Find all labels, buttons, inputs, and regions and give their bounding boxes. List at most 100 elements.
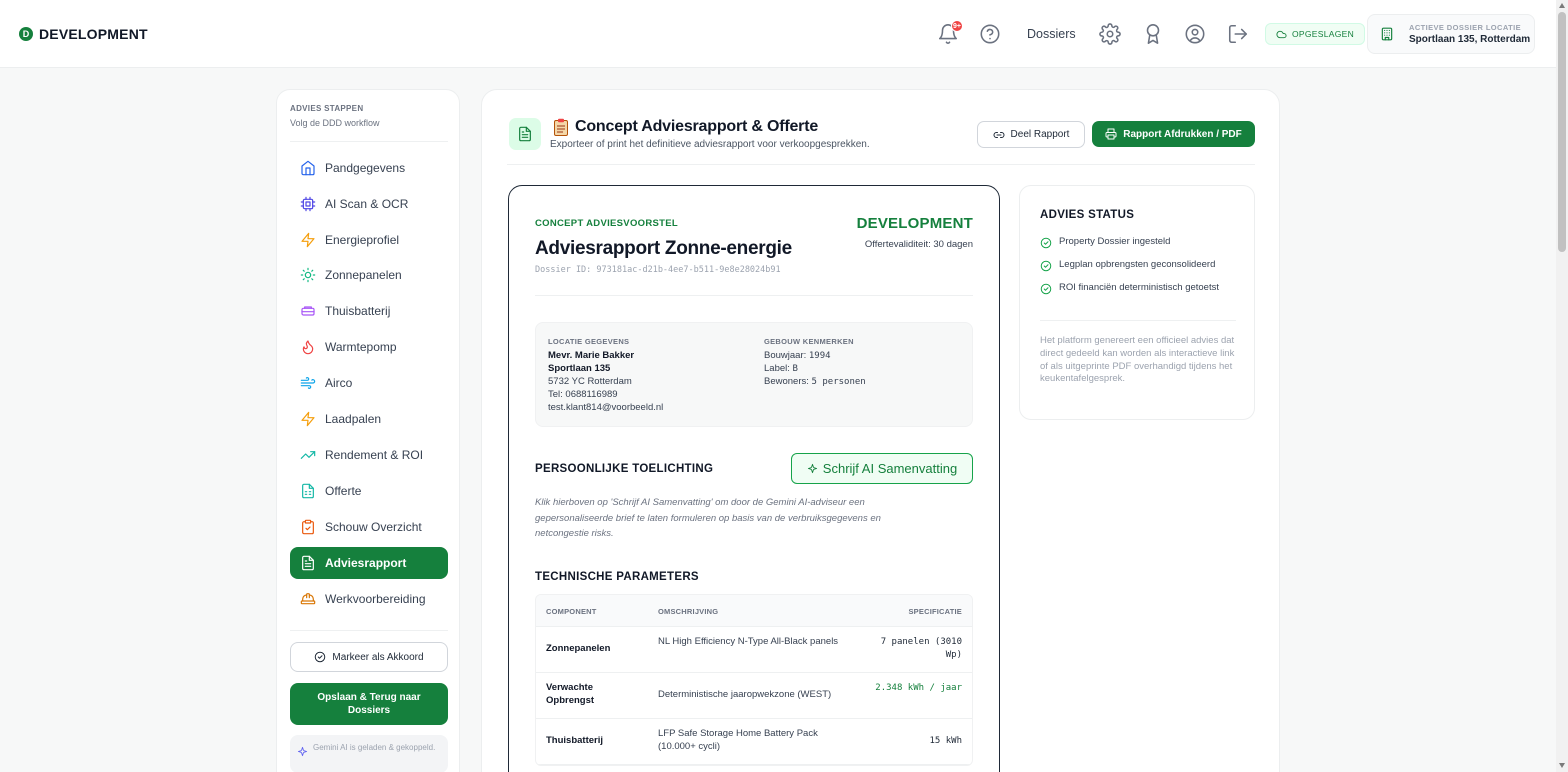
notification-badge: 9+: [951, 20, 963, 32]
customer-email: test.klant814@voorbeeld.nl: [548, 402, 664, 413]
active-location-value: Sportlaan 135, Rotterdam: [1409, 34, 1531, 45]
sidebar-item-label: AI Scan & OCR: [325, 197, 409, 211]
building-year-value: 1994: [808, 351, 831, 361]
building-year: Bouwjaar: 1994: [764, 350, 831, 361]
building-section-label: GEBOUW KENMERKEN: [764, 337, 854, 346]
energy-label-label: Label:: [764, 363, 790, 374]
sidebar-item-laadpalen[interactable]: Laadpalen: [290, 403, 448, 435]
row-component: Thuisbatterij: [546, 735, 604, 746]
sidebar-item-ai-scan[interactable]: AI Scan & OCR: [290, 188, 448, 220]
clipboard-icon: [302, 519, 314, 535]
sidebar-item-adviesrapport[interactable]: Adviesrapport: [290, 547, 448, 579]
status-item: ROI financiën deterministisch getoetst: [1040, 282, 1240, 295]
bolt-icon: [301, 411, 315, 427]
write-ai-summary-label: Schrijf AI Samenvatting: [822, 461, 958, 476]
sidebar-item-airco[interactable]: Airco: [290, 367, 448, 399]
workflow-sidebar: ADVIES STAPPEN Volg de DDD workflow Pand…: [276, 89, 460, 772]
mark-approved-button[interactable]: Markeer als Akkoord: [290, 642, 448, 672]
row-spec: 7 panelen (3010 Wp): [880, 637, 962, 661]
customer-name: Mevr. Marie Bakker: [548, 350, 635, 361]
print-report-label: Rapport Afdrukken / PDF: [1123, 128, 1242, 140]
spreadsheet-icon: [302, 483, 314, 499]
table-header: COMPONENT OMSCHRIJVING SPECIFICATIE: [536, 595, 972, 627]
write-ai-summary-button[interactable]: Schrijf AI Samenvatting: [791, 453, 973, 484]
row-description: Deterministische jaaropwekzone (WEST): [658, 689, 832, 700]
table-row: Thuisbatterij LFP Safe Storage Home Batt…: [536, 719, 972, 765]
dossier-id: Dossier ID: 973181ac-d21b-4ee7-b511-9e8e…: [535, 265, 781, 275]
saved-status-badge: OPGESLAGEN: [1265, 23, 1366, 45]
user-circle-icon[interactable]: [1184, 23, 1206, 45]
row-component: Verwachte Opbrengst: [546, 682, 595, 706]
customer-city: 5732 YC Rotterdam: [548, 376, 632, 387]
check-circle-icon: [1040, 260, 1052, 272]
scroll-up-arrow-icon[interactable]: [1559, 3, 1565, 8]
print-report-button[interactable]: Rapport Afdrukken / PDF: [1092, 121, 1255, 147]
sidebar-item-schouw-overzicht[interactable]: Schouw Overzicht: [290, 511, 448, 543]
location-section-label: LOCATIE GEGEVENS: [548, 337, 630, 346]
active-location-badge: ACTIEVE DOSSIER LOCATIE Sportlaan 135, R…: [1367, 14, 1535, 54]
column-header: OMSCHRIJVING: [658, 607, 719, 616]
help-icon[interactable]: [979, 23, 1001, 45]
top-bar: D DEVELOPMENT 9+ Dossiers OPGESLAGEN ACT…: [0, 0, 1556, 68]
offer-validity: Offertevaliditeit: 30 dagen: [864, 239, 973, 250]
dossiers-link[interactable]: Dossiers: [1027, 27, 1076, 41]
sidebar-item-label: Thuisbatterij: [325, 304, 391, 318]
row-component: Zonnepanelen: [546, 643, 611, 654]
scrollbar-thumb[interactable]: [1558, 12, 1566, 252]
gear-icon[interactable]: [1099, 23, 1121, 45]
sidebar-subtitle: Volg de DDD workflow: [290, 118, 380, 128]
page-scrollbar[interactable]: [1556, 0, 1568, 772]
customer-phone: Tel: 0688116989: [548, 389, 618, 400]
row-description: LFP Safe Storage Home Battery Pack (10.0…: [658, 728, 818, 752]
page-title: Concept Adviesrapport & Offerte: [575, 118, 819, 135]
trend-icon: [300, 451, 316, 459]
sidebar-title: ADVIES STAPPEN: [290, 104, 364, 113]
helmet-icon: [300, 593, 316, 605]
gemini-status-text: Gemini AI is geladen & gekoppeld.: [313, 743, 436, 752]
divider: [507, 164, 1255, 165]
home-icon: [301, 160, 315, 176]
sidebar-item-rendement-roi[interactable]: Rendement & ROI: [290, 439, 448, 471]
save-and-back-button[interactable]: Opslaan & Terug naar Dossiers: [290, 683, 448, 725]
sidebar-item-warmtepomp[interactable]: Warmtepomp: [290, 331, 448, 363]
residents-label: Bewoners:: [764, 376, 809, 387]
link-icon: [993, 131, 1005, 138]
sidebar-item-pandgegevens[interactable]: Pandgegevens: [290, 152, 448, 184]
column-header: SPECIFICATIE: [908, 607, 962, 616]
mark-approved-label: Markeer als Akkoord: [332, 651, 424, 663]
sidebar-item-energieprofiel[interactable]: Energieprofiel: [290, 224, 448, 256]
bolt-icon: [301, 232, 315, 248]
row-spec: 15 kWh: [929, 736, 962, 746]
divider: [290, 141, 448, 142]
active-location-label: ACTIEVE DOSSIER LOCATIE: [1409, 23, 1521, 32]
table-row: Verwachte Opbrengst Deterministische jaa…: [536, 673, 972, 719]
wind-icon: [300, 377, 316, 389]
page-subtitle: Exporteer of print het definitieve advie…: [550, 139, 870, 150]
sidebar-item-label: Energieprofiel: [325, 233, 400, 247]
scroll-down-arrow-icon[interactable]: [1559, 763, 1565, 768]
status-title: ADVIES STATUS: [1040, 209, 1135, 221]
customer-street: Sportlaan 135: [548, 363, 611, 374]
sidebar-item-label: Werkvoorbereiding: [325, 592, 426, 606]
award-icon[interactable]: [1142, 23, 1164, 45]
logout-icon[interactable]: [1227, 23, 1249, 45]
report-brand: DEVELOPMENT: [856, 215, 973, 232]
ai-summary-hint: Klik hierboven op 'Schrijf AI Samenvatti…: [535, 497, 881, 540]
brand-logo[interactable]: D DEVELOPMENT: [19, 26, 148, 42]
check-circle-icon: [1040, 283, 1052, 295]
saved-status-label: OPGESLAGEN: [1292, 29, 1355, 39]
sidebar-item-label: Schouw Overzicht: [325, 520, 422, 534]
sidebar-item-label: Rendement & ROI: [325, 448, 424, 462]
cloud-check-icon: [1276, 30, 1287, 38]
sidebar-item-label: Laadpalen: [325, 412, 382, 426]
sidebar-item-offerte[interactable]: Offerte: [290, 475, 448, 507]
status-item-label: Legplan opbrengsten geconsolideerd: [1059, 259, 1216, 270]
sparkles-icon: [807, 463, 817, 474]
row-description: NL High Efficiency N-Type All-Black pane…: [658, 636, 839, 647]
sidebar-item-thuisbatterij[interactable]: Thuisbatterij: [290, 295, 448, 327]
share-report-button[interactable]: Deel Rapport: [977, 121, 1085, 148]
sidebar-item-werkvoorbereiding[interactable]: Werkvoorbereiding: [290, 583, 448, 615]
share-report-label: Deel Rapport: [1010, 129, 1070, 140]
divider: [1040, 320, 1236, 321]
sidebar-item-zonnepanelen[interactable]: Zonnepanelen: [290, 259, 448, 291]
